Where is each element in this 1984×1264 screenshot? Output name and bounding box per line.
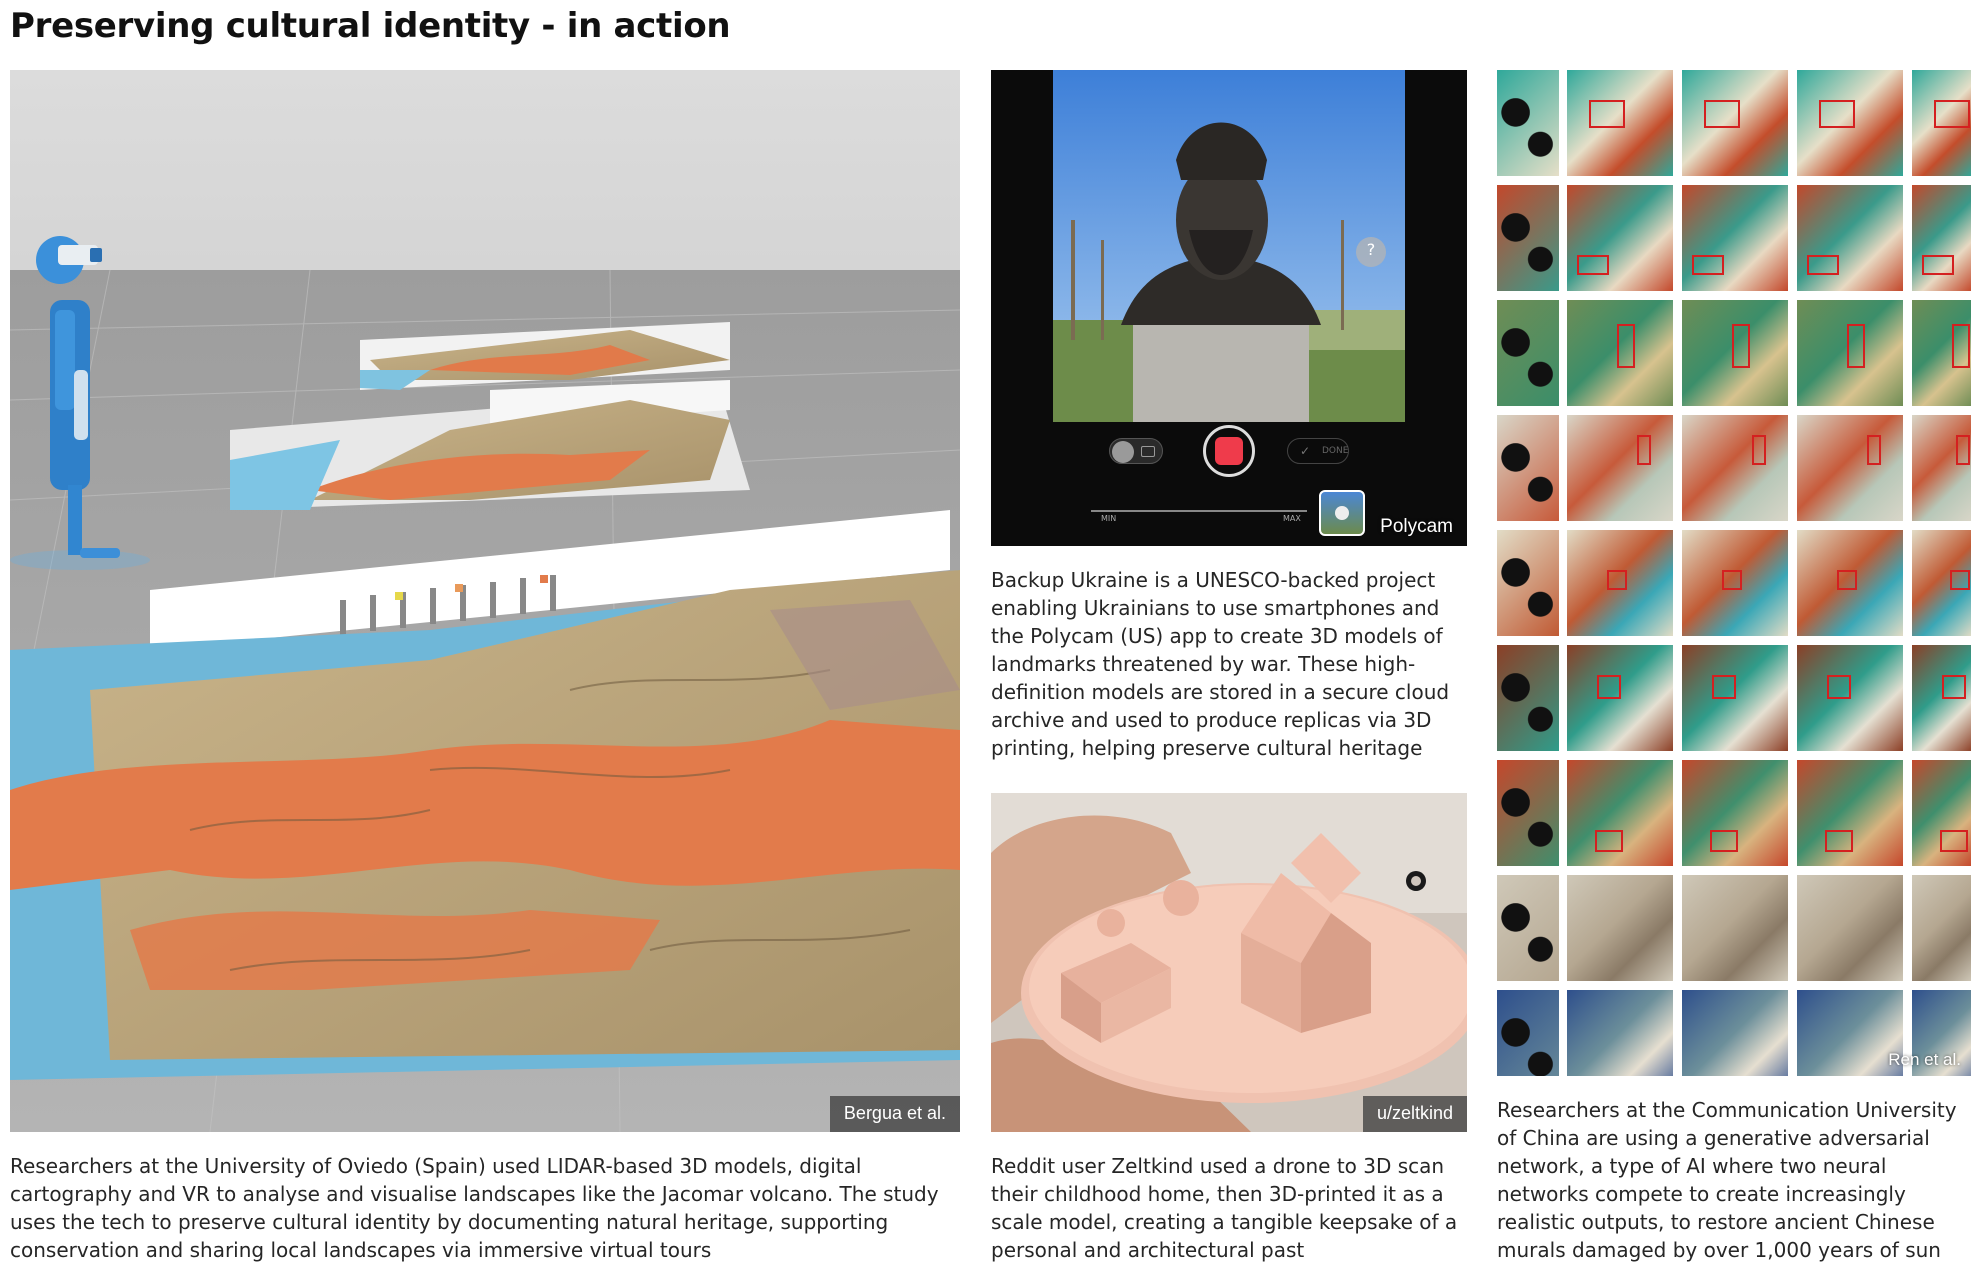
caption-model: Reddit user Zeltkind used a drone to 3D … xyxy=(991,1154,1458,1262)
damage-highlight-box xyxy=(1704,100,1740,128)
mural-tile xyxy=(1567,415,1673,521)
damage-highlight-box xyxy=(1867,435,1881,465)
damage-highlight-box xyxy=(1956,435,1970,465)
damage-highlight-box xyxy=(1940,830,1968,852)
damage-highlight-box xyxy=(1710,830,1738,852)
mural-tile xyxy=(1567,990,1673,1076)
slider-min-label: MIN xyxy=(1101,514,1117,523)
mural-tile xyxy=(1797,415,1903,521)
damage-highlight-box xyxy=(1577,255,1609,275)
damage-highlight-box xyxy=(1712,675,1736,699)
play-icon xyxy=(1335,506,1349,520)
mural-tile xyxy=(1567,875,1673,981)
mural-tile xyxy=(1497,990,1559,1076)
damage-highlight-box xyxy=(1825,830,1853,852)
damage-highlight-box xyxy=(1607,570,1627,590)
mural-tile xyxy=(1912,415,1971,521)
mural-tile xyxy=(1682,185,1788,291)
credit-polycam: Polycam xyxy=(1380,516,1453,537)
mural-tile xyxy=(1912,875,1971,981)
damage-highlight-box xyxy=(1837,570,1857,590)
caption-polycam: Backup Ukraine is a UNESCO-backed projec… xyxy=(991,568,1450,760)
mural-tile xyxy=(1497,645,1559,751)
vr-landscape-image: Bergua et al. xyxy=(10,70,960,1132)
damage-highlight-box xyxy=(1732,324,1750,368)
video-icon xyxy=(1112,441,1134,463)
mural-tile xyxy=(1682,990,1788,1076)
damage-highlight-box xyxy=(1597,675,1621,699)
mural-tile xyxy=(1497,760,1559,866)
damage-highlight-box xyxy=(1934,100,1970,128)
capture-thumbnail[interactable] xyxy=(1319,490,1365,536)
mural-tile xyxy=(1797,875,1903,981)
mural-tile xyxy=(1682,875,1788,981)
credit-zeltkind: u/zeltkind xyxy=(1362,1096,1467,1132)
mural-tile xyxy=(1497,875,1559,981)
damage-highlight-box xyxy=(1637,435,1651,465)
check-icon: ✓ xyxy=(1300,444,1311,458)
damage-highlight-box xyxy=(1589,100,1625,128)
damage-highlight-box xyxy=(1922,255,1954,275)
printed-house-model-image: u/zeltkind xyxy=(991,793,1467,1132)
mural-restoration-grid: Ren et al. xyxy=(1497,70,1971,1076)
damage-highlight-box xyxy=(1950,570,1970,590)
damage-highlight-box xyxy=(1595,830,1623,852)
mural-tile xyxy=(1497,70,1559,176)
mural-tile xyxy=(1912,185,1971,291)
damage-highlight-box xyxy=(1942,675,1966,699)
record-button[interactable] xyxy=(1203,425,1255,477)
damage-highlight-box xyxy=(1952,324,1970,368)
mural-tile xyxy=(1797,185,1903,291)
mural-tile xyxy=(1497,300,1559,406)
done-button[interactable]: ✓ DONE xyxy=(1287,438,1349,464)
credit-bergua: Bergua et al. xyxy=(829,1096,960,1132)
damage-highlight-box xyxy=(1692,255,1724,275)
help-icon[interactable]: ? xyxy=(1363,240,1379,262)
damage-highlight-box xyxy=(1752,435,1766,465)
mural-tile xyxy=(1497,185,1559,291)
damage-highlight-box xyxy=(1847,324,1865,368)
credit-ren: Ren et al. xyxy=(1888,1050,1961,1069)
caption-left: Researchers at the University of Oviedo … xyxy=(10,1154,939,1262)
damage-highlight-box xyxy=(1617,324,1635,368)
damage-highlight-box xyxy=(1722,570,1742,590)
camera-icon xyxy=(1141,446,1155,457)
record-icon xyxy=(1215,437,1243,465)
mural-tile xyxy=(1682,415,1788,521)
mural-tile xyxy=(1567,185,1673,291)
caption-murals: Researchers at the Communication Univers… xyxy=(1497,1098,1957,1262)
polycam-app-screenshot: ? ✓ DONE MIN MAX Polycam xyxy=(991,70,1467,546)
capture-slider[interactable] xyxy=(1091,510,1307,512)
damage-highlight-box xyxy=(1819,100,1855,128)
slider-max-label: MAX xyxy=(1283,514,1301,523)
printed-model-illustration xyxy=(991,793,1467,1132)
mural-tile xyxy=(1497,415,1559,521)
video-photo-toggle[interactable] xyxy=(1109,438,1163,464)
damage-highlight-box xyxy=(1827,675,1851,699)
page-title: Preserving cultural identity - in action xyxy=(10,6,731,46)
vr-landscape-illustration xyxy=(10,236,960,1132)
mural-tile xyxy=(1497,530,1559,636)
done-label: DONE xyxy=(1322,446,1349,456)
damage-highlight-box xyxy=(1807,255,1839,275)
